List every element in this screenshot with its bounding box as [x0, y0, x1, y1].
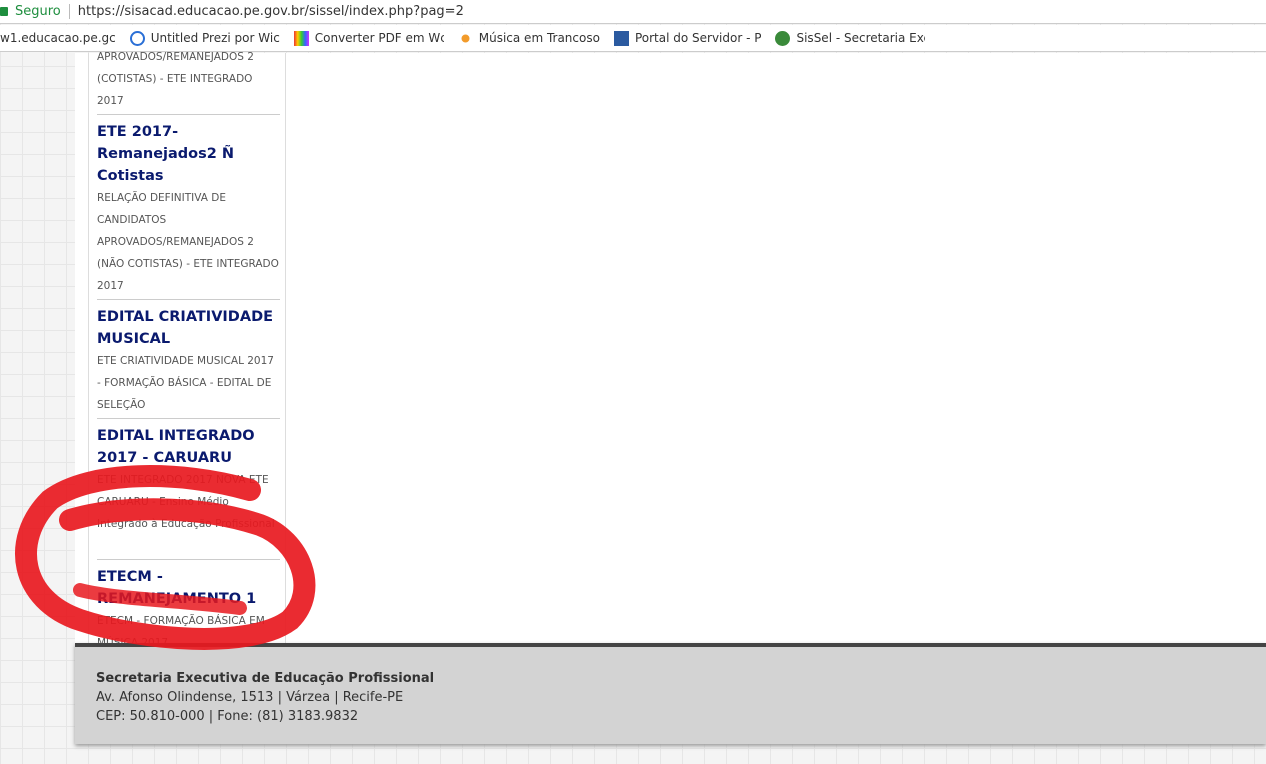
secure-label: Seguro	[15, 4, 61, 19]
item-description: APROVADOS/REMANEJADOS 2 (COTISTAS) - ETE…	[97, 51, 254, 107]
bookmark-prezi[interactable]: Untitled Prezi por Wic	[129, 30, 280, 46]
bookmark-pdf[interactable]: Converter PDF em Wc	[293, 30, 444, 46]
bookmark-label: Untitled Prezi por Wic	[150, 31, 280, 45]
sidebar: APROVADOS/REMANEJADOS 2 (COTISTAS) - ETE…	[88, 51, 286, 671]
bookmark-sissel[interactable]: SisSel - Secretaria Exe	[775, 30, 926, 46]
divider	[68, 4, 70, 19]
url-text[interactable]: https://sisacad.educacao.pe.gov.br/sisse…	[78, 4, 464, 19]
item-title[interactable]: EDITAL INTEGRADO 2017 - CARUARU	[97, 425, 280, 469]
list-item[interactable]: APROVADOS/REMANEJADOS 2 (COTISTAS) - ETE…	[97, 46, 280, 115]
footer: Secretaria Executiva de Educação Profiss…	[75, 643, 1266, 744]
lock-icon	[0, 7, 8, 16]
bookmark-label: Converter PDF em Wc	[314, 31, 444, 45]
list-item[interactable]: EDITAL INTEGRADO 2017 - CARUARU ETE INTEG…	[97, 419, 280, 560]
address-bar[interactable]: Seguro https://sisacad.educacao.pe.gov.b…	[0, 0, 1266, 24]
bookmark-label: SisSel - Secretaria Exe	[796, 31, 926, 45]
item-description: ETE CRIATIVIDADE MUSICAL 2017 - FORMAÇÃO…	[97, 355, 274, 411]
item-title[interactable]: ETE 2017-Remanejados2 Ñ Cotistas	[97, 121, 280, 187]
page-content: APROVADOS/REMANEJADOS 2 (COTISTAS) - ETE…	[75, 51, 1266, 671]
bookmark-portal[interactable]: Portal do Servidor - P	[613, 30, 762, 46]
bookmark-educacao[interactable]: w1.educacao.pe.gc	[0, 31, 116, 45]
prezi-icon	[129, 30, 145, 46]
footer-contact: CEP: 50.810-000 | Fone: (81) 3183.9832	[96, 709, 359, 724]
seal-icon	[775, 30, 791, 46]
item-description: RELAÇÃO DEFINITIVA DE CANDIDATOS APROVAD…	[97, 192, 279, 292]
bookmark-label: w1.educacao.pe.gc	[0, 31, 116, 45]
item-description: ETE INTEGRADO 2017 NOVA ETE CARUARU - En…	[97, 474, 275, 530]
item-title[interactable]: EDITAL CRIATIVIDADE MUSICAL	[97, 306, 280, 350]
footer-org: Secretaria Executiva de Educação Profiss…	[96, 671, 435, 686]
sun-icon	[457, 30, 473, 46]
bookmark-label: Portal do Servidor - P	[634, 31, 762, 45]
item-title[interactable]: ETECM - REMANEJAMENTO 1	[97, 566, 280, 610]
bookmark-musica[interactable]: Música em Trancoso	[457, 30, 600, 46]
pdf-converter-icon	[293, 30, 309, 46]
list-item[interactable]: ETE 2017-Remanejados2 Ñ Cotistas RELAÇÃO …	[97, 115, 280, 300]
bookmark-label: Música em Trancoso	[478, 31, 600, 45]
list-item[interactable]: EDITAL CRIATIVIDADE MUSICAL ETE CRIATIVID…	[97, 300, 280, 419]
portal-icon	[613, 30, 629, 46]
footer-address: Av. Afonso Olindense, 1513 | Várzea | Re…	[96, 690, 404, 705]
